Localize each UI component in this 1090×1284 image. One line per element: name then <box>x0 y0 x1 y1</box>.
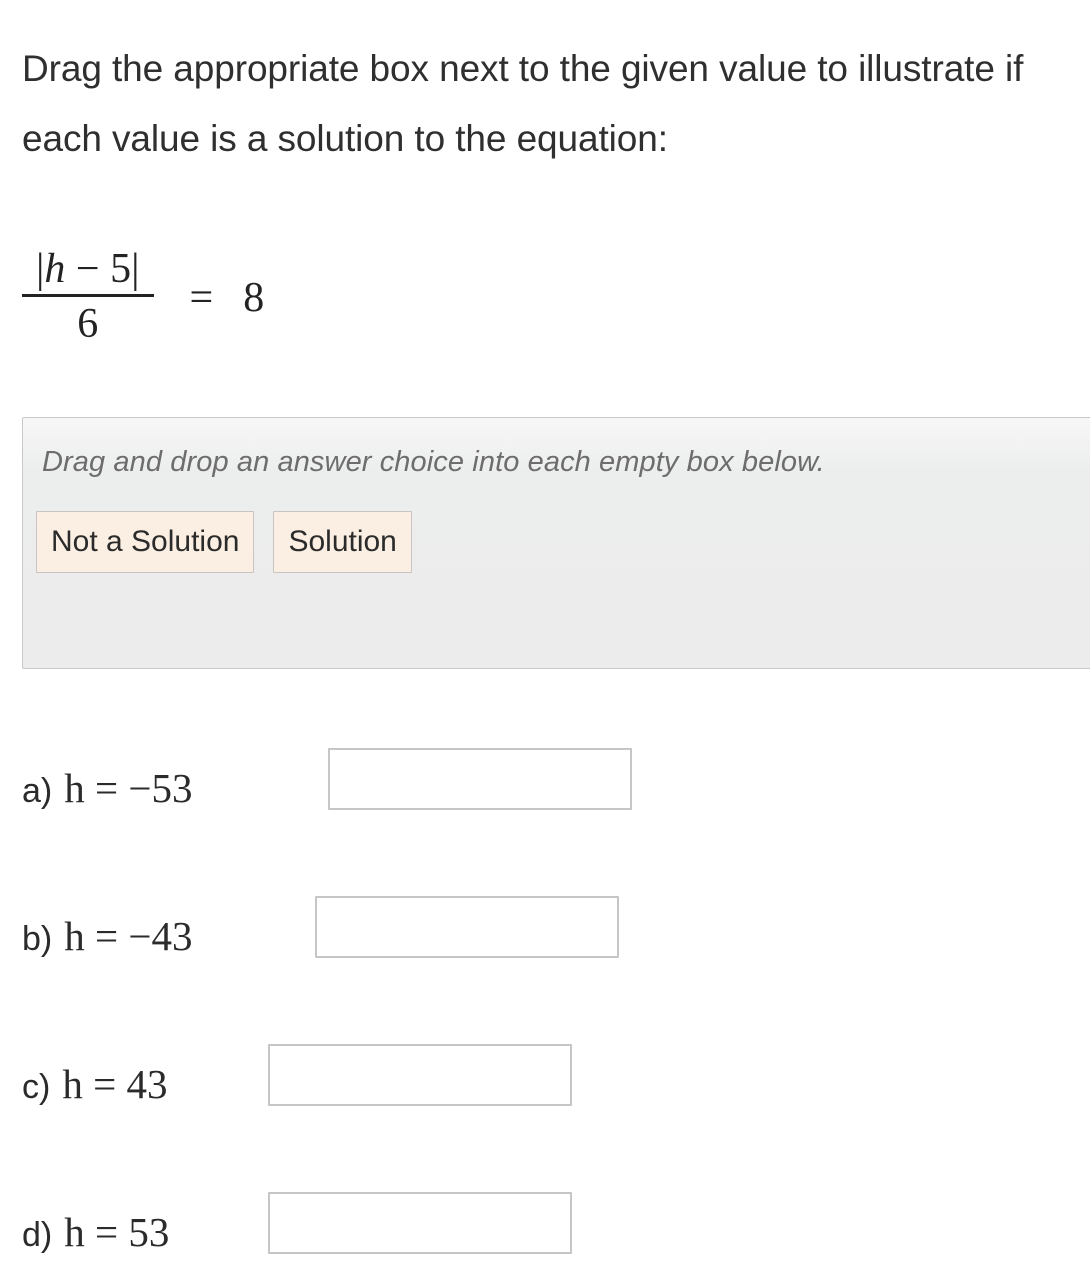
answer-label-c: c) h = 43 <box>22 1064 167 1105</box>
answer-choice-solution[interactable]: Solution <box>273 511 412 573</box>
answer-math-d: h = 53 <box>64 1209 170 1255</box>
answer-row-d: d) h = 53 <box>0 1136 1090 1284</box>
equation-display: |h − 5| 6 = 8 <box>22 246 265 350</box>
drag-and-drop-panel: Drag and drop an answer choice into each… <box>22 417 1090 669</box>
answer-label-b: b) h = −43 <box>22 916 192 957</box>
answer-marker-a: a) <box>22 772 53 810</box>
dropbox-b[interactable] <box>315 896 619 958</box>
minus-sign: − <box>75 246 100 292</box>
answer-math-b: h = −43 <box>64 913 193 959</box>
absolute-value-close: | <box>131 246 140 292</box>
equation-right-side: 8 <box>243 275 265 322</box>
dropbox-c[interactable] <box>268 1044 572 1106</box>
equals-sign: = <box>189 275 214 322</box>
drag-hint-text: Drag and drop an answer choice into each… <box>42 446 825 478</box>
numerator-constant: 5 <box>110 246 132 292</box>
fraction-denominator: 6 <box>77 301 99 348</box>
dropbox-a[interactable] <box>328 748 632 810</box>
fraction: |h − 5| 6 <box>22 246 154 350</box>
answer-math-c: h = 43 <box>62 1061 168 1107</box>
answer-label-d: d) h = 53 <box>22 1212 169 1253</box>
answer-label-a: a) h = −53 <box>22 768 192 809</box>
answer-choice-not-a-solution[interactable]: Not a Solution <box>36 511 255 573</box>
dropbox-d[interactable] <box>268 1192 572 1254</box>
answer-row-b: b) h = −43 <box>0 840 1090 988</box>
answer-marker-c: c) <box>22 1068 51 1106</box>
answer-rows: a) h = −53 b) h = −43 c) h = 43 d) h = 53 <box>0 692 1090 1284</box>
answer-math-a: h = −53 <box>64 765 193 811</box>
answer-row-c: c) h = 43 <box>0 988 1090 1136</box>
variable-h: h <box>44 246 66 292</box>
answer-choice-bank: Not a Solution Solution <box>36 511 412 573</box>
answer-marker-d: d) <box>22 1216 53 1254</box>
answer-marker-b: b) <box>22 920 53 958</box>
answer-row-a: a) h = −53 <box>0 692 1090 840</box>
question-prompt: Drag the appropriate box next to the giv… <box>22 48 1024 159</box>
fraction-numerator: |h − 5| <box>22 246 154 294</box>
